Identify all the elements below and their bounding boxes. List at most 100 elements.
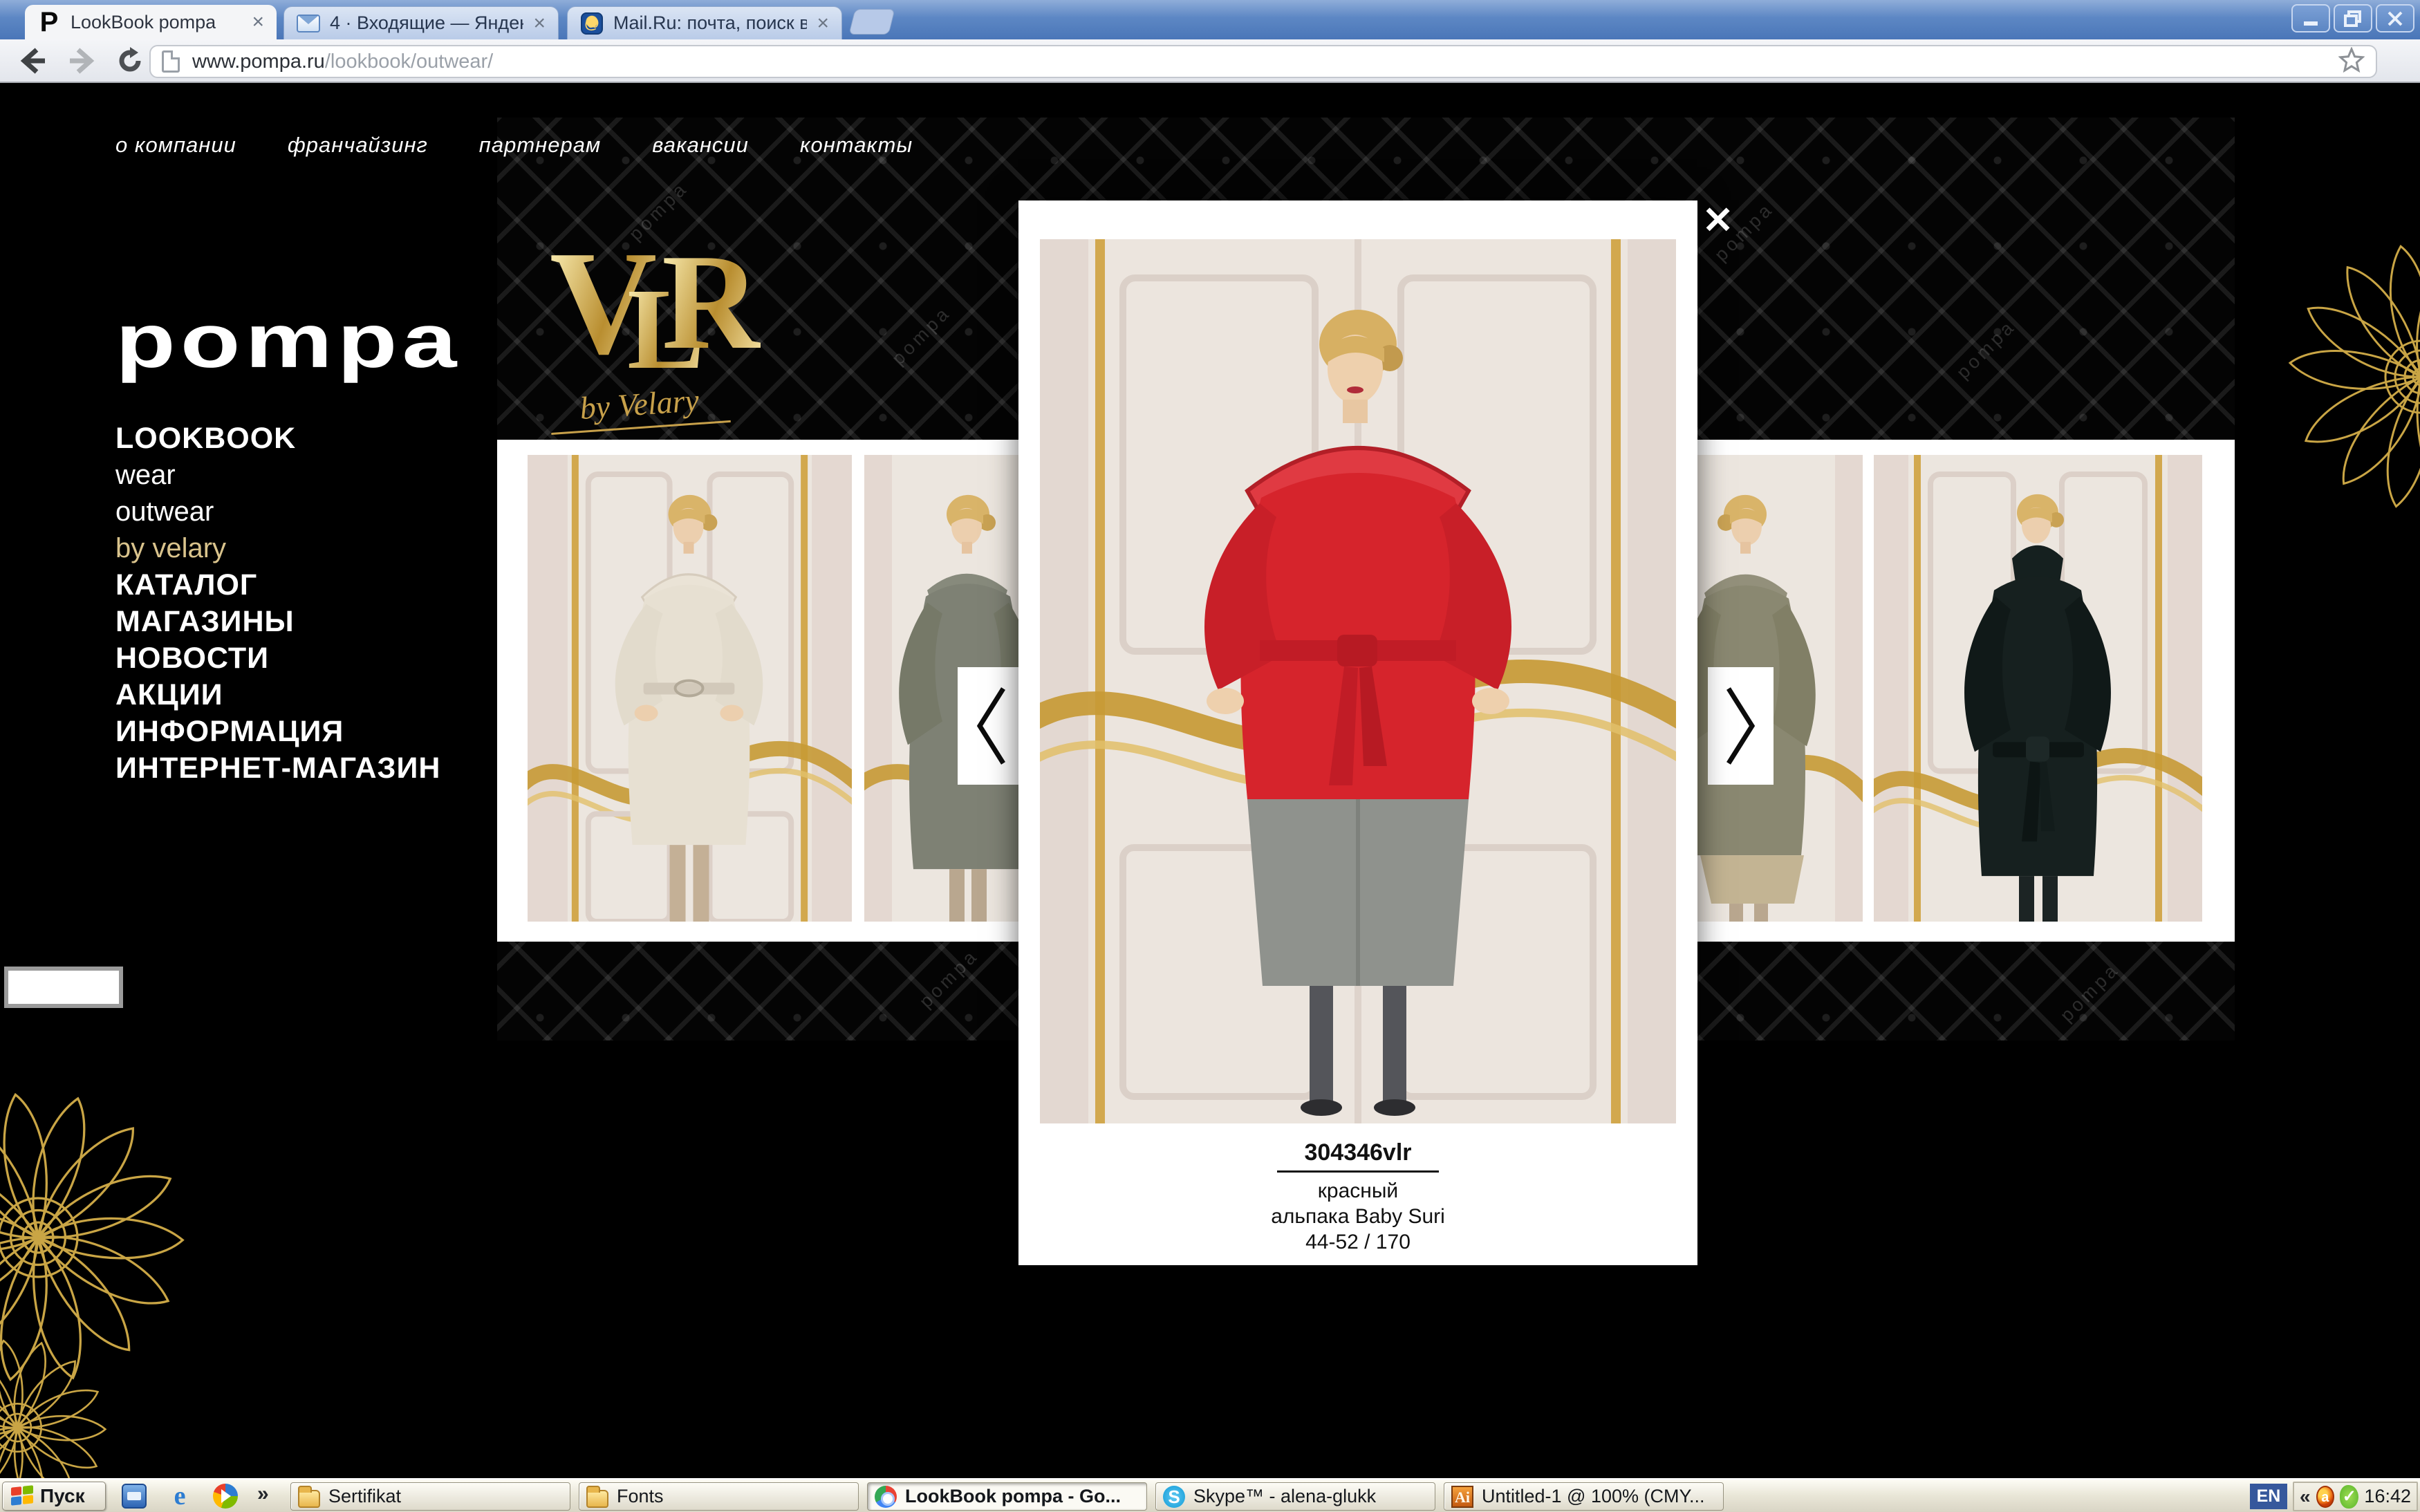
sidebar-item-shops[interactable]: МАГАЗИНЫ	[115, 604, 503, 640]
tab-close-icon[interactable]: ×	[252, 12, 264, 32]
quicklaunch-mail-icon[interactable]	[122, 1484, 147, 1509]
pattern-watermark: pompa	[915, 945, 983, 1013]
tab-mailru[interactable]: @ Mail.Ru: почта, поиск в инт ×	[567, 6, 842, 39]
restore-button[interactable]	[2334, 4, 2372, 32]
tray-clock: 16:42	[2364, 1486, 2411, 1507]
task-button-lookbook-chrome[interactable]: LookBook pompa - Go...	[867, 1482, 1147, 1511]
product-photo-red-coat	[1040, 239, 1676, 1123]
modal-close-icon[interactable]: ✕	[1702, 202, 1733, 239]
system-tray: « a ✓ 16:42	[2293, 1482, 2418, 1511]
sidebar-item-by-velary[interactable]: by velary	[115, 530, 503, 567]
address-bar[interactable]: www.pompa.ru/lookbook/outwear/	[149, 45, 2377, 78]
nav-item-company[interactable]: о компании	[115, 133, 236, 158]
vlr-by-velary-logo: V L R by Velary	[550, 228, 757, 436]
language-indicator[interactable]: EN	[2250, 1484, 2287, 1509]
top-nav: о компании франчайзинг партнерам ваканси…	[115, 133, 913, 158]
tab-title: Mail.Ru: почта, поиск в инт	[613, 12, 807, 34]
quicklaunch-mediaplayer-icon[interactable]	[213, 1484, 238, 1509]
quicklaunch-ie-icon[interactable]: e	[167, 1484, 192, 1509]
windows-logo-icon	[11, 1485, 33, 1506]
sidebar: pompa LOOKBOOK wear outwear by velary КА…	[115, 303, 503, 787]
url-text: www.pompa.ru/lookbook/outwear/	[192, 50, 2330, 73]
product-color: красный	[1018, 1178, 1697, 1204]
sidebar-item-online-shop[interactable]: ИНТЕРНЕТ-МАГАЗИН	[115, 750, 503, 787]
pattern-watermark: pompa	[1953, 316, 2020, 384]
sidebar-item-catalog[interactable]: КАТАЛОГ	[115, 567, 503, 604]
sidebar-item-outwear[interactable]: outwear	[115, 494, 503, 530]
carousel-prev-button[interactable]	[958, 667, 1023, 785]
vlr-letter-r: R	[662, 234, 761, 371]
folder-icon	[586, 1490, 608, 1508]
carousel-next-button[interactable]	[1708, 667, 1774, 785]
pompa-logo[interactable]: pompa	[115, 303, 503, 380]
tray-agent-icon[interactable]: a	[2316, 1486, 2335, 1508]
nav-item-contacts[interactable]: контакты	[800, 133, 913, 158]
quicklaunch-overflow-chevron[interactable]: »	[257, 1482, 269, 1506]
product-modal: 304346vlr красный альпака Baby Suri 44-5…	[1018, 200, 1697, 1265]
sidebar-menu: LOOKBOOK wear outwear by velary КАТАЛОГ …	[115, 420, 503, 787]
product-code: 304346vlr	[1018, 1139, 1697, 1166]
start-button[interactable]: Пуск	[2, 1482, 106, 1511]
prev-chevron-icon	[973, 684, 1009, 767]
product-sizes: 44-52 / 170	[1018, 1229, 1697, 1255]
sidebar-item-info[interactable]: ИНФОРМАЦИЯ	[115, 713, 503, 750]
mailru-icon: @	[580, 12, 604, 35]
pattern-watermark: pompa	[888, 302, 956, 370]
tab-close-icon[interactable]: ×	[533, 13, 546, 34]
back-button[interactable]	[15, 44, 51, 78]
task-label: Sertifikat	[328, 1486, 401, 1507]
bookmark-star-icon[interactable]	[2338, 47, 2365, 77]
tab-close-icon[interactable]: ×	[817, 13, 829, 34]
nav-item-partners[interactable]: партнерам	[479, 133, 601, 158]
forward-button[interactable]	[64, 44, 100, 78]
chrome-icon	[875, 1486, 897, 1508]
start-label: Пуск	[40, 1485, 85, 1507]
task-button-illustrator[interactable]: Ai Untitled-1 @ 100% (CMY...	[1444, 1482, 1724, 1511]
tab-lookbook-pompa[interactable]: P LookBook pompa ×	[25, 5, 277, 39]
tray-collapse-chevron[interactable]: «	[2300, 1486, 2311, 1508]
window-controls	[2291, 4, 2414, 32]
pompa-favicon-icon: P	[37, 10, 61, 34]
illustrator-icon: Ai	[1451, 1486, 1473, 1508]
sidebar-item-promos[interactable]: АКЦИИ	[115, 677, 503, 713]
task-label: Untitled-1 @ 100% (CMY...	[1482, 1486, 1705, 1507]
task-button-sertifikat[interactable]: Sertifikat	[290, 1482, 570, 1511]
gold-flower-top-right	[2276, 232, 2420, 522]
tab-title: 4 · Входящие — Яндекс.По	[330, 12, 523, 34]
task-button-skype[interactable]: S Skype™ - alena-glukk	[1155, 1482, 1435, 1511]
folder-icon	[298, 1490, 320, 1508]
vlr-byline: by Velary	[548, 380, 731, 435]
url-host: www.pompa.ru	[192, 50, 325, 73]
sidebar-item-wear[interactable]: wear	[115, 457, 503, 494]
task-label: Fonts	[617, 1486, 664, 1507]
taskbar: Пуск e » Sertifikat Fonts LookBook pompa…	[0, 1478, 2420, 1512]
task-label: Skype™ - alena-glukk	[1193, 1486, 1376, 1507]
sidebar-item-news[interactable]: НОВОСТИ	[115, 640, 503, 677]
sidebar-item-lookbook[interactable]: LOOKBOOK	[115, 420, 503, 457]
skype-icon: S	[1163, 1486, 1185, 1508]
minimize-button[interactable]	[2291, 4, 2330, 32]
tab-yandex-mail[interactable]: 4 · Входящие — Яндекс.По ×	[283, 6, 559, 39]
next-chevron-icon	[1723, 684, 1759, 767]
new-tab-button[interactable]	[848, 9, 895, 35]
stray-input-box[interactable]	[4, 967, 123, 1008]
browser-titlebar: P LookBook pompa × 4 · Входящие — Яндекс…	[0, 0, 2420, 39]
nav-item-vacancies[interactable]: вакансии	[652, 133, 749, 158]
product-material: альпака Baby Suri	[1018, 1204, 1697, 1229]
product-info: 304346vlr красный альпака Baby Suri 44-5…	[1018, 1139, 1697, 1255]
url-path: /lookbook/outwear/	[325, 50, 493, 73]
envelope-icon	[297, 12, 320, 35]
carousel-photo-cream-coat[interactable]	[528, 455, 852, 922]
task-button-fonts[interactable]: Fonts	[579, 1482, 859, 1511]
reload-button[interactable]	[112, 44, 148, 78]
tab-title: LookBook pompa	[71, 12, 242, 33]
page-icon	[162, 50, 180, 73]
screen: P LookBook pompa × 4 · Входящие — Яндекс…	[0, 0, 2420, 1512]
close-button[interactable]	[2376, 4, 2414, 32]
tray-skype-status-icon[interactable]: ✓	[2340, 1485, 2358, 1509]
pattern-watermark: pompa	[2056, 959, 2124, 1027]
task-label: LookBook pompa - Go...	[905, 1486, 1121, 1507]
nav-item-franchise[interactable]: франчайзинг	[288, 133, 428, 158]
carousel-photo-black-coat[interactable]	[1874, 455, 2202, 922]
product-code-underline	[1277, 1170, 1439, 1173]
